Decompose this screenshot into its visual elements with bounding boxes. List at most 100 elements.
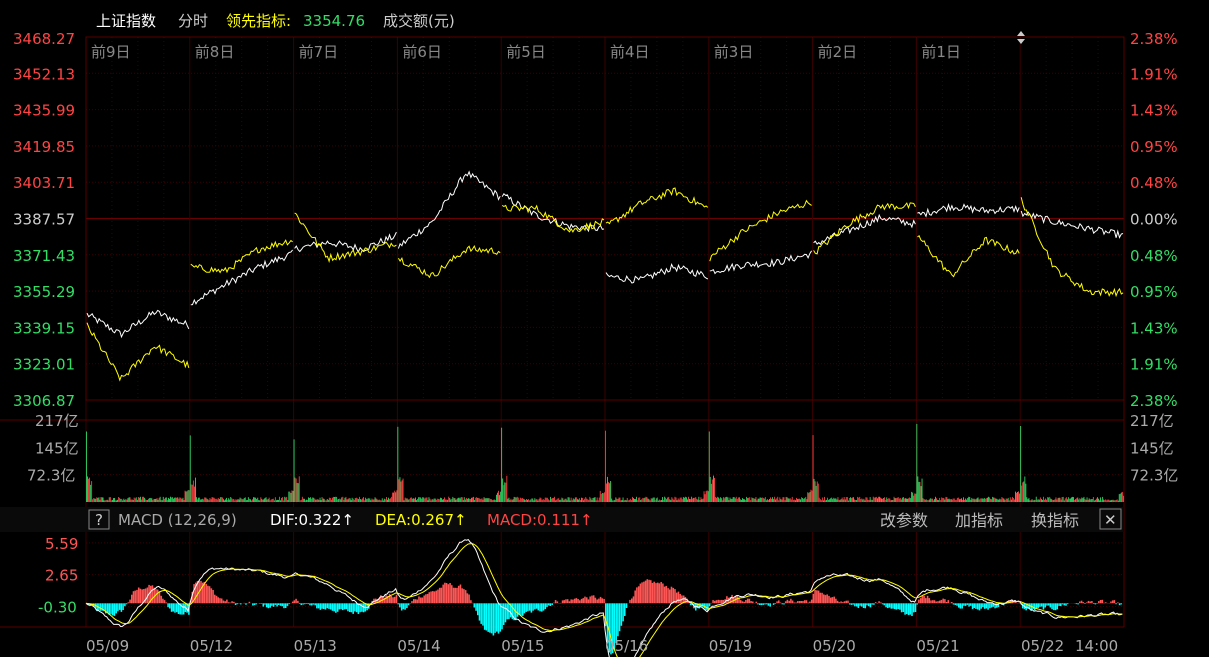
volume-bar xyxy=(473,496,475,502)
macd-bar xyxy=(573,598,576,604)
switch-indicator-button[interactable]: 换指标 xyxy=(1031,511,1079,530)
macd-bar xyxy=(127,602,130,604)
macd-tick-label: 2.65 xyxy=(45,567,78,585)
volume-bar xyxy=(487,498,489,502)
macd-bar xyxy=(828,595,830,604)
volume-bar xyxy=(1003,498,1005,502)
volume-bar xyxy=(762,498,764,502)
macd-bar xyxy=(857,603,860,608)
volume-bar xyxy=(881,498,882,502)
macd-bar xyxy=(622,603,624,622)
price-tick-label: 3468.27 xyxy=(13,30,75,48)
volume-bar xyxy=(801,497,803,502)
volume-bar xyxy=(796,497,797,502)
macd-bar xyxy=(335,603,337,613)
macd-bar xyxy=(316,603,318,609)
macd-bar xyxy=(162,598,164,604)
volume-bar xyxy=(205,497,207,502)
macd-bar xyxy=(892,603,894,609)
mode-label[interactable]: 分时 xyxy=(178,12,208,30)
macd-bar xyxy=(227,602,230,604)
volume-bar xyxy=(662,497,663,502)
volume-bar xyxy=(723,497,725,502)
volume-bar xyxy=(711,479,713,502)
macd-bar xyxy=(236,603,239,605)
volume-bar xyxy=(959,499,960,502)
macd-bar xyxy=(480,603,482,624)
volume-bar xyxy=(758,498,760,502)
macd-bar xyxy=(160,595,162,604)
volume-bar xyxy=(578,499,579,502)
volume-bar xyxy=(146,500,148,502)
day-label: 前1日 xyxy=(921,43,961,61)
macd-bar xyxy=(805,600,808,604)
macd-bar xyxy=(577,599,579,604)
volume-bar xyxy=(386,497,387,502)
volume-bar xyxy=(806,499,808,502)
macd-bar xyxy=(478,603,481,621)
volume-bar xyxy=(360,499,361,502)
volume-bar xyxy=(827,497,828,502)
volume-bar xyxy=(420,497,422,502)
volume-bar xyxy=(799,498,800,502)
volume-bar xyxy=(1019,493,1021,502)
volume-bar xyxy=(1094,499,1096,502)
volume-bar xyxy=(979,498,981,502)
add-indicator-button[interactable]: 加指标 xyxy=(955,511,1003,530)
volume-bar xyxy=(626,498,628,502)
volume-bar xyxy=(298,476,300,502)
macd-bar xyxy=(861,603,863,607)
volume-bar xyxy=(690,499,691,502)
volume-bar xyxy=(255,497,257,502)
volume-bar xyxy=(470,499,471,502)
macd-bar xyxy=(445,583,448,604)
macd-bar xyxy=(329,603,332,610)
volume-bar xyxy=(1010,499,1012,502)
volume-bar xyxy=(266,499,268,502)
macd-bar xyxy=(229,602,232,604)
macd-bar xyxy=(819,592,822,604)
volume-bar xyxy=(408,499,410,502)
volume-bar xyxy=(168,497,169,502)
volume-bar xyxy=(972,499,974,502)
macd-bar xyxy=(485,603,488,631)
volume-bar xyxy=(347,499,349,502)
volume-bar xyxy=(400,481,402,502)
volume-bar xyxy=(195,477,196,502)
macd-bar xyxy=(736,596,739,604)
volume-bar xyxy=(544,497,546,502)
volume-bar xyxy=(387,499,388,502)
volume-bar xyxy=(1041,499,1042,502)
volume-bar xyxy=(1000,499,1002,502)
volume-bar xyxy=(398,479,400,502)
volume-bar xyxy=(431,499,433,502)
volume-bar xyxy=(126,499,128,502)
macd-bar xyxy=(470,600,472,604)
macd-bar xyxy=(340,603,342,610)
volume-bar xyxy=(516,496,518,502)
macd-name[interactable]: MACD (12,26,9) xyxy=(118,511,237,529)
volume-bar xyxy=(526,499,527,502)
volume-bar xyxy=(895,498,897,502)
volume-bar xyxy=(204,497,206,502)
volume-bar xyxy=(407,499,409,502)
intraday-chart[interactable]: 上证指数 分时 领先指标: 3354.76 成交额(元) 前9日 前8日 前7日 前6… xyxy=(0,0,1209,657)
percent-tick-label: 0.48% xyxy=(1130,247,1178,265)
volume-bar xyxy=(1077,497,1079,502)
macd-bar xyxy=(587,599,590,604)
volume-bar xyxy=(368,498,370,502)
volume-bar xyxy=(486,498,488,502)
volume-bar xyxy=(724,498,726,502)
change-params-button[interactable]: 改参数 xyxy=(880,511,928,530)
volume-bar xyxy=(417,498,418,502)
macd-bar xyxy=(779,602,782,604)
macd-bar xyxy=(113,603,116,616)
volume-bar xyxy=(552,498,553,502)
volume-bar xyxy=(534,498,536,502)
volume-bar xyxy=(983,498,985,502)
volume-bar xyxy=(558,498,560,502)
volume-bar xyxy=(708,431,710,502)
macd-bar xyxy=(482,603,484,626)
volume-bar xyxy=(316,499,318,502)
volume-bar xyxy=(276,500,277,502)
